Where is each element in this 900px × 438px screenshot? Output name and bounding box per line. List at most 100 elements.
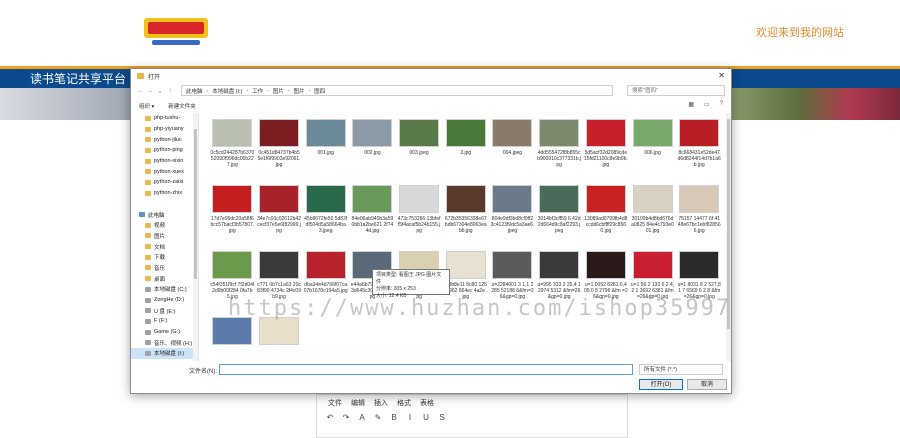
breadcrumb-item[interactable]: 此电脑 <box>186 87 203 95</box>
breadcrumb-item[interactable]: 工作 <box>252 87 263 95</box>
file-item[interactable]: 004.jpeg <box>489 115 536 181</box>
file-item[interactable]: 5d5acf32d2089cde15fd21100c8e9b0b.jpg <box>583 115 630 181</box>
sidebar-item[interactable]: python-zhix <box>131 188 198 199</box>
editor-tool-button[interactable]: B <box>390 413 398 422</box>
sidebar-item[interactable]: 本地磁盘 (I:) <box>131 348 198 359</box>
file-item[interactable]: 003.jpeg <box>396 115 443 181</box>
file-item[interactable]: 17d7e99dc20a58f6bcc57bacf3b57807.jpg <box>209 181 256 247</box>
sidebar-item-label: 文档 <box>154 244 166 251</box>
file-item[interactable]: 804e9df3bd8cf9ff23c4123f9dc5a3ae6.jpeg <box>489 181 536 247</box>
editor-menubar: 文件 编辑 插入 格式 表格 <box>328 398 434 408</box>
filename-input[interactable] <box>219 364 633 375</box>
help-icon[interactable]: ? <box>720 101 723 108</box>
file-item[interactable]: 13089ad0799fb4d8ccdd6cbffff29c8560.jpg <box>583 181 630 247</box>
file-item[interactable]: 4dd555472f8b855cb900910c377331b.jpg <box>536 115 583 181</box>
sidebar-scroll-thumb[interactable] <box>194 129 197 279</box>
breadcrumb-item[interactable]: 图片 <box>293 87 304 95</box>
sidebar-item-label: 桌面 <box>154 276 166 283</box>
sidebar-item[interactable]: 此电脑 <box>131 209 198 220</box>
up-arrow-icon[interactable]: ↑ <box>165 88 175 94</box>
sidebar-item[interactable]: php-tushu- <box>131 113 198 124</box>
file-item[interactable]: 002.jpg <box>349 115 396 181</box>
file-item[interactable]: 473c753266 13bfeff5f4acaf5b24b155.jpg <box>396 181 443 247</box>
editor-menu-item[interactable]: 表格 <box>420 398 434 408</box>
editor-menu-item[interactable]: 插入 <box>374 398 388 408</box>
new-folder-button[interactable]: 新建文件夹 <box>168 102 196 110</box>
watermark-text: https://www.huzhan.com/ishop35997 <box>228 296 732 321</box>
file-item[interactable]: 75157 14477 6f 4148e67bc1ebf828566.jpg <box>676 181 723 247</box>
sidebar-item[interactable]: python-xuex <box>131 166 198 177</box>
file-item[interactable]: 0c5cd244287b637052090f996dc00b227.jpg <box>209 115 256 181</box>
sidebar-item[interactable]: Game (G:) <box>131 327 198 338</box>
sidebar-item-label: python-jiluc <box>154 136 182 143</box>
breadcrumb-item[interactable]: 本地磁盘 (I:) <box>212 87 242 95</box>
close-icon[interactable]: ✕ <box>718 71 725 80</box>
sidebar-item[interactable]: U 盘 (E:) <box>131 305 198 316</box>
file-name: 0c451d84737b4b55e1f6f9903e92061.jpg <box>257 150 301 168</box>
editor-tool-button[interactable]: S <box>438 413 446 422</box>
file-name: 4dd555472f8b855cb900910c377331b.jpg <box>537 150 582 168</box>
chevron-down-icon[interactable]: ⌄ <box>155 88 165 95</box>
file-name: 804e9df3bd8cf9ff23c4123f9dc5a3ae6.jpeg <box>490 216 535 234</box>
folder-icon <box>145 137 151 143</box>
sidebar-item-label: F (F:) <box>154 318 168 325</box>
editor-tool-button[interactable]: I <box>406 413 414 422</box>
breadcrumb-item[interactable]: 图片 <box>273 87 284 95</box>
sidebar-item[interactable]: 图片 <box>131 231 198 242</box>
sidebar-item[interactable]: 文档 <box>131 241 198 252</box>
file-item[interactable]: 34e7c00c02612b42cecf37e5e6f82999.jpg <box>256 181 303 247</box>
file-item[interactable]: 3014bf3cff59 6 42d2d664d9c8af2293.jpeg <box>536 181 583 247</box>
organize-button[interactable]: 组织 ▾ <box>139 102 154 110</box>
sidebar-item[interactable]: 音乐 <box>131 263 198 274</box>
site-title: 读书笔记共享平台 <box>30 72 127 86</box>
file-item[interactable]: 3.jpg <box>442 115 489 181</box>
editor-tool-button[interactable]: ↷ <box>342 413 350 422</box>
sidebar-item[interactable]: 本地磁盘 (C:) <box>131 284 198 295</box>
file-item[interactable]: 8c668431e52de47d6d8244f14d7b1a6b.jpg <box>676 115 723 181</box>
search-input[interactable]: 搜索"图四" <box>627 85 725 96</box>
view-options-icon[interactable]: ▦ <box>688 101 694 108</box>
sidebar-item[interactable]: python-zaixi <box>131 177 198 188</box>
sidebar-item[interactable]: python-jiluc <box>131 134 198 145</box>
folder-icon <box>145 254 151 260</box>
sidebar-item[interactable]: 视频 <box>131 220 198 231</box>
file-item[interactable]: 672b35356338e67bdb67304e8063eabb.jpg <box>442 181 489 247</box>
editor-menu-item[interactable]: 编辑 <box>351 398 365 408</box>
file-thumbnail <box>585 185 626 213</box>
forward-arrow-icon[interactable]: → <box>145 88 155 94</box>
cancel-button[interactable]: 取消 <box>687 379 727 390</box>
file-name: 34e7c00c02612b42cecf37e5e6f82999.jpg <box>257 216 301 234</box>
file-item[interactable]: 45b8672fe50 5d82fdf504d5a58664ba3.jpeg <box>302 181 349 247</box>
editor-tool-button[interactable]: A <box>358 413 366 422</box>
breadcrumb[interactable]: 此电脑 › 本地磁盘 (I:) › 工作 › 图片 › 图片 › 图四 <box>181 85 613 96</box>
file-name: 002.jpg <box>364 150 381 156</box>
sidebar-item[interactable]: 下载 <box>131 252 198 263</box>
breadcrumb-item[interactable]: 图四 <box>314 87 325 95</box>
sidebar-item[interactable]: 桌面 <box>131 273 198 284</box>
sidebar-item[interactable]: python-ping <box>131 145 198 156</box>
sidebar-item-label: U 盘 (E:) <box>154 308 176 315</box>
editor-tool-button[interactable]: ✎ <box>374 413 382 422</box>
sidebar-item[interactable]: ZongHe (D:) <box>131 295 198 306</box>
file-item[interactable]: 001.jpg <box>302 115 349 181</box>
sidebar-item-label: python-ping <box>154 147 183 154</box>
sidebar-item[interactable]: 音乐、视频 (H:) <box>131 337 198 348</box>
preview-pane-icon[interactable]: ▭ <box>704 101 710 108</box>
editor-menu-item[interactable]: 格式 <box>397 398 411 408</box>
file-item[interactable]: 0c451d84737b4b55e1f6f9903e92061.jpg <box>256 115 303 181</box>
back-arrow-icon[interactable]: ← <box>135 88 145 94</box>
editor-tool-button[interactable]: ↶ <box>326 413 334 422</box>
file-item[interactable]: 84e06ab940b3a590bb1a2be621 2f744d.jpg <box>349 181 396 247</box>
editor-tool-button[interactable]: U <box>422 413 430 422</box>
file-type-select[interactable]: 所有文件 (*.*) <box>639 364 723 375</box>
sidebar-item[interactable]: python-sixin <box>131 156 198 167</box>
welcome-text: 欢迎来到我的网站 <box>756 27 844 39</box>
sidebar-item-label: python-zhix <box>154 190 183 197</box>
sidebar-item[interactable]: F (F:) <box>131 316 198 327</box>
file-item[interactable]: 30109b4d8bd676da0825 84e4c793e001.jpg <box>629 181 676 247</box>
chevron-right-icon: › <box>308 87 311 94</box>
open-button[interactable]: 打开(O) <box>639 379 683 390</box>
file-item[interactable]: 006.jpg <box>629 115 676 181</box>
editor-menu-item[interactable]: 文件 <box>328 398 342 408</box>
sidebar-item[interactable]: php-yiyuany <box>131 124 198 135</box>
